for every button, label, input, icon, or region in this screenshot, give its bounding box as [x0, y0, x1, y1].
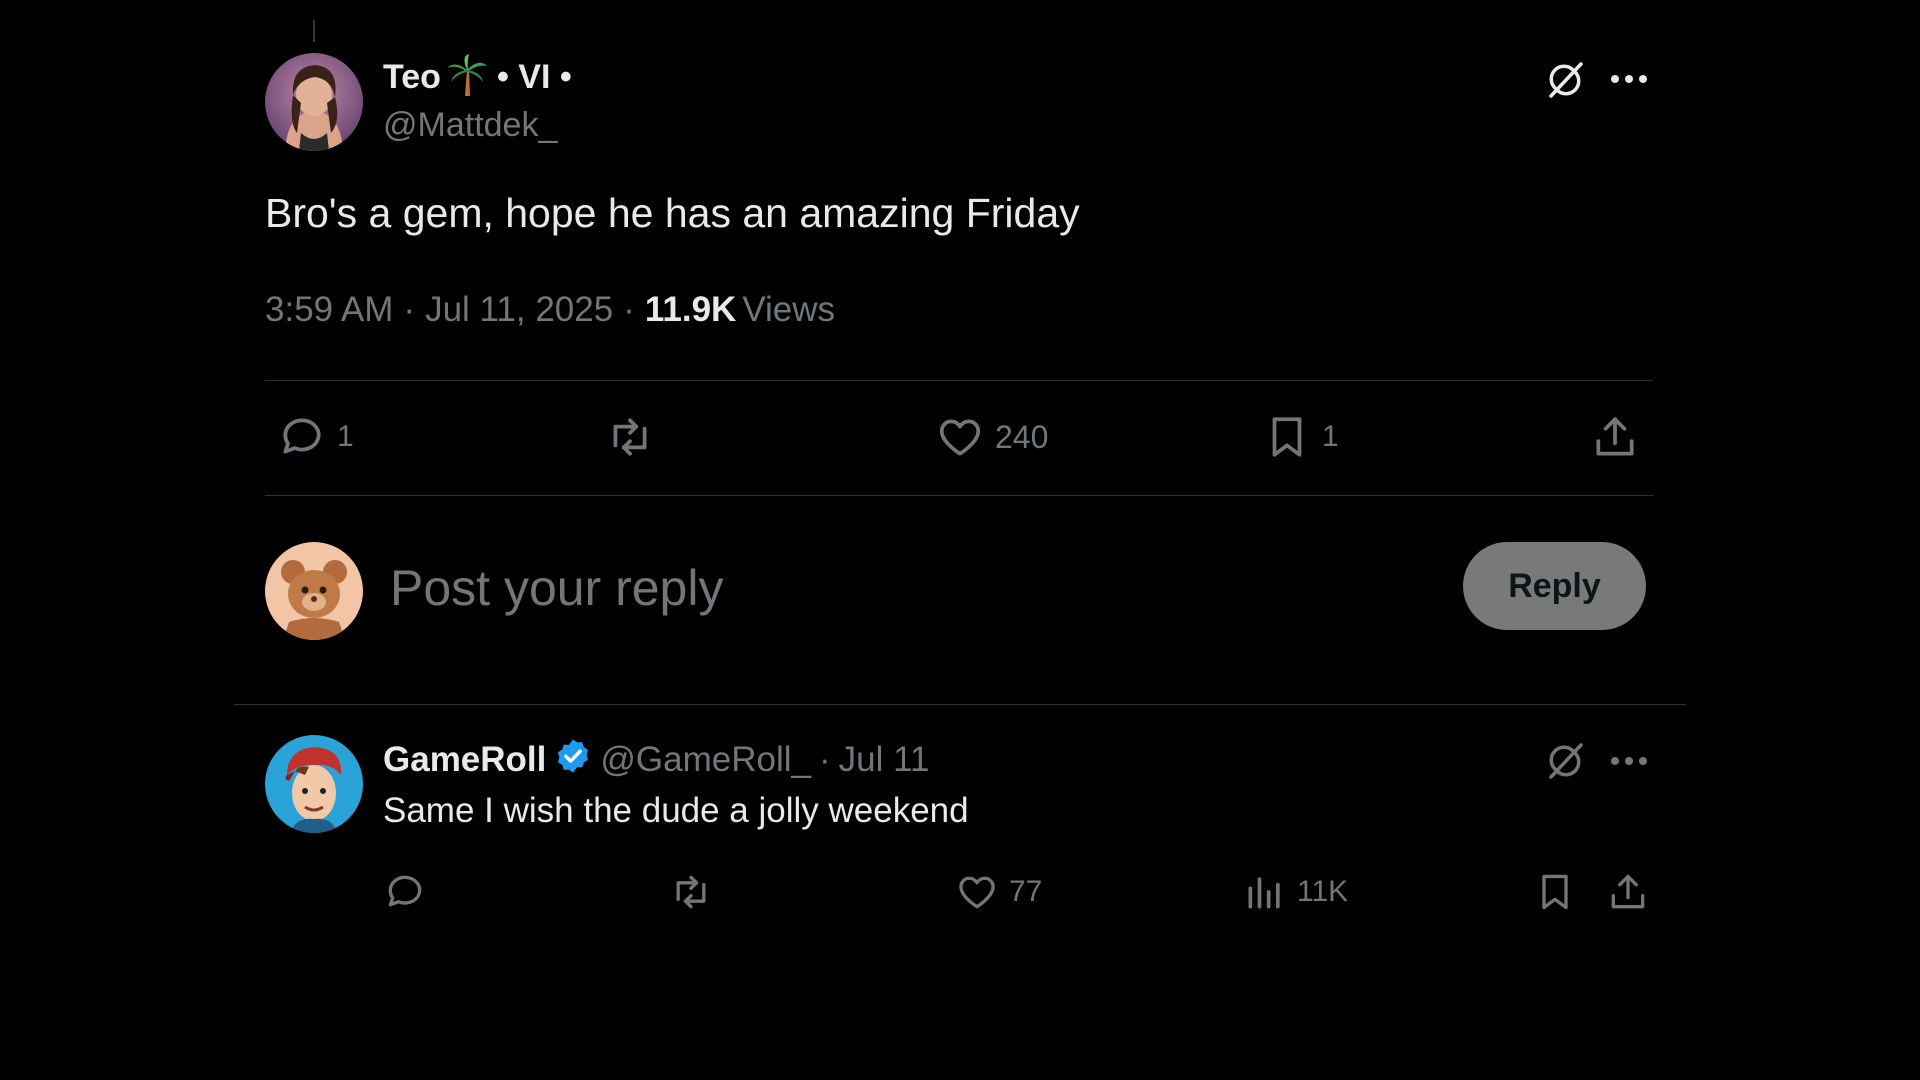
user-avatar[interactable]	[265, 542, 363, 640]
repost-icon	[667, 870, 715, 914]
palm-tree-emoji	[446, 53, 487, 101]
reply-bookmark-action[interactable]	[1533, 870, 1577, 914]
meta-separator: ·	[819, 740, 831, 779]
reply-date[interactable]: Jul 11	[839, 740, 930, 780]
meta-separator: ·	[623, 290, 635, 329]
like-count: 240	[995, 418, 1049, 455]
views-count[interactable]: 11.9K	[645, 290, 736, 330]
bookmark-count: 1	[1322, 420, 1339, 453]
post-time[interactable]: 3:59 AM	[265, 290, 393, 330]
reply-icon	[383, 870, 427, 914]
repost-icon	[603, 412, 657, 462]
bookmark-icon	[1533, 870, 1577, 914]
repost-action[interactable]	[603, 412, 657, 462]
grok-icon[interactable]	[1543, 58, 1587, 107]
reply-author-handle[interactable]: @GameRoll_	[600, 740, 811, 780]
reply-more-icon[interactable]	[1607, 746, 1651, 781]
meta-separator: ·	[403, 290, 416, 329]
reply-input[interactable]	[388, 552, 1412, 624]
post-meta: 3:59 AM · Jul 11, 2025 · 11.9K Views	[265, 290, 835, 330]
section-divider	[234, 704, 1686, 705]
reply-like-count: 77	[1009, 875, 1043, 908]
reply-icon	[277, 412, 327, 462]
like-action[interactable]: 240	[935, 412, 1048, 462]
author-name-suffix: • VI •	[496, 57, 572, 96]
reply-action[interactable]: 1	[277, 412, 354, 462]
author-avatar[interactable]	[265, 53, 363, 151]
thread-connector	[313, 20, 315, 42]
reply-views-count: 11K	[1297, 875, 1349, 908]
author-handle[interactable]: @Mattdek_	[383, 106, 557, 145]
reply-share-action[interactable]	[1606, 870, 1650, 914]
like-icon	[935, 412, 985, 462]
post-date[interactable]: Jul 11, 2025	[425, 290, 613, 330]
views-label[interactable]: Views	[742, 290, 835, 330]
reply-grok-icon[interactable]	[1543, 739, 1587, 788]
bookmark-action[interactable]: 1	[1262, 412, 1339, 462]
share-icon	[1590, 412, 1640, 462]
like-icon	[955, 870, 999, 914]
reply-author-name[interactable]: GameRoll	[383, 740, 546, 780]
reply-like-action[interactable]: 77	[955, 870, 1042, 914]
views-icon	[1243, 870, 1287, 914]
reply-text: Same I wish the dude a jolly weekend	[383, 791, 969, 830]
divider-top	[265, 380, 1653, 381]
bookmark-icon	[1262, 412, 1312, 462]
reply-reply-action[interactable]	[383, 870, 427, 914]
share-icon	[1606, 870, 1650, 914]
reply-author-avatar[interactable]	[265, 735, 363, 833]
more-icon[interactable]	[1607, 64, 1651, 99]
divider-bottom	[265, 495, 1653, 496]
reply-views-action[interactable]: 11K	[1243, 870, 1348, 914]
reply-button[interactable]: Reply	[1463, 542, 1646, 630]
reply-count: 1	[337, 420, 354, 453]
share-action[interactable]	[1590, 412, 1640, 462]
author-display-name[interactable]: Teo	[383, 58, 441, 97]
author-name-row[interactable]: Teo • VI •	[383, 53, 572, 101]
reply-repost-action[interactable]	[667, 870, 715, 914]
post-text: Bro's a gem, hope he has an amazing Frid…	[265, 190, 1080, 236]
reply-author-row: GameRoll @GameRoll_ · Jul 11	[383, 738, 929, 782]
verified-badge-icon[interactable]	[554, 737, 592, 784]
